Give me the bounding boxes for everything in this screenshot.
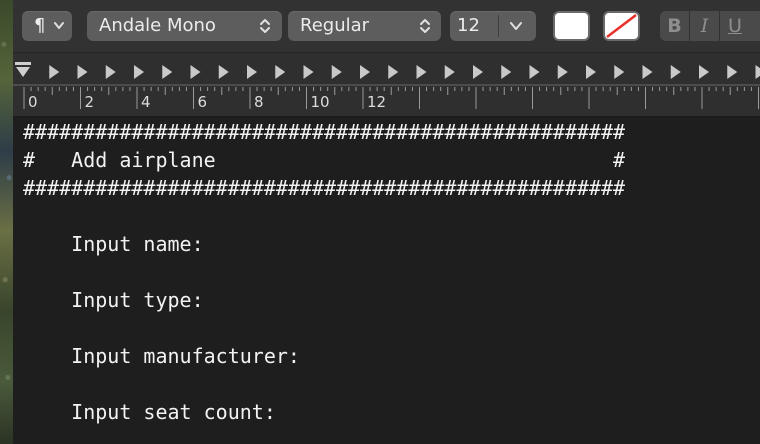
document-line: Input seat count: <box>23 400 276 424</box>
ruler-label: 4 <box>141 93 151 111</box>
tab-stop-marker[interactable] <box>331 65 342 79</box>
tab-stop-marker[interactable] <box>416 65 427 79</box>
tab-stop-marker[interactable] <box>247 65 257 79</box>
chevron-down-icon <box>54 22 64 29</box>
document-line: Input name: <box>23 232 204 256</box>
document-line: Input manufacturer: <box>23 344 300 368</box>
tab-stop-marker[interactable] <box>360 65 370 79</box>
ruler-label: 2 <box>85 93 95 111</box>
italic-button[interactable]: I <box>690 11 719 41</box>
bold-button[interactable]: B <box>660 11 689 41</box>
format-toolbar: ¶ Andale Mono Regular 12 B I U <box>13 0 760 53</box>
tab-stop-marker[interactable] <box>614 65 625 79</box>
tab-stop-marker[interactable] <box>105 65 116 79</box>
font-style-label: Regular <box>300 15 370 36</box>
text-color-well[interactable] <box>553 11 590 41</box>
tab-stop-marker[interactable] <box>699 65 709 79</box>
up-down-arrows-icon <box>420 19 430 33</box>
ruler-label: 12 <box>367 93 386 111</box>
paragraph-style-popup[interactable]: ¶ <box>22 11 72 41</box>
tab-stop-marker[interactable] <box>529 65 540 79</box>
tab-stop-marker[interactable] <box>388 65 399 79</box>
tab-stop-marker[interactable] <box>134 65 144 79</box>
no-color-slash-icon <box>606 14 637 38</box>
tab-stop-marker[interactable] <box>473 65 483 79</box>
tab-stop-marker[interactable] <box>642 65 653 79</box>
tab-stop-marker[interactable] <box>77 65 88 79</box>
tab-stop-marker[interactable] <box>49 65 60 79</box>
tab-stop-marker[interactable] <box>218 65 229 79</box>
tab-stop-marker[interactable] <box>444 65 455 79</box>
tab-stop-marker[interactable] <box>755 65 760 79</box>
tab-stop-marker[interactable] <box>190 65 201 79</box>
font-family-label: Andale Mono <box>99 15 216 36</box>
document-line: # Add airplane # <box>23 148 626 172</box>
document-text-area[interactable]: ########################################… <box>23 118 760 444</box>
tab-stop-marker[interactable] <box>501 65 512 79</box>
ruler[interactable]: 0 2 4 6 8 10 12 <box>13 53 760 117</box>
chevron-down-icon[interactable] <box>509 19 523 33</box>
ruler-label: 10 <box>311 93 330 111</box>
font-style-popup[interactable]: Regular <box>288 11 441 41</box>
tab-stop-marker[interactable] <box>727 65 738 79</box>
document-line: Input type: <box>23 288 204 312</box>
ruler-label: 0 <box>28 93 38 111</box>
no-color-swatch <box>605 13 638 39</box>
background-color-well[interactable] <box>603 11 640 41</box>
document-line: ########################################… <box>23 120 626 144</box>
tab-stop-marker[interactable] <box>670 65 681 79</box>
desktop-background <box>0 0 13 444</box>
tab-stop-marker[interactable] <box>275 65 286 79</box>
document-line: ########################################… <box>23 176 626 200</box>
combobox-divider <box>498 15 499 37</box>
tab-stop-marker[interactable] <box>162 65 173 79</box>
font-family-popup[interactable]: Andale Mono <box>87 11 282 41</box>
text-editor-window: ¶ Andale Mono Regular 12 B I U 0 2 4 6 8… <box>13 0 760 444</box>
ruler-label: 8 <box>254 93 264 111</box>
paragraph-icon: ¶ <box>34 15 46 36</box>
ruler-scale: 0 2 4 6 8 10 12 <box>13 62 760 111</box>
ruler-label: 6 <box>198 93 208 111</box>
up-down-arrows-icon <box>260 19 270 33</box>
underline-button[interactable]: U <box>720 11 760 41</box>
text-color-swatch <box>555 13 588 39</box>
tab-stop-marker[interactable] <box>586 65 596 79</box>
tab-stop-marker[interactable] <box>303 65 314 79</box>
font-size-value: 12 <box>457 15 480 36</box>
left-margin-marker[interactable] <box>15 62 31 77</box>
tab-stop-marker[interactable] <box>557 65 568 79</box>
font-size-combobox[interactable]: 12 <box>450 11 536 41</box>
